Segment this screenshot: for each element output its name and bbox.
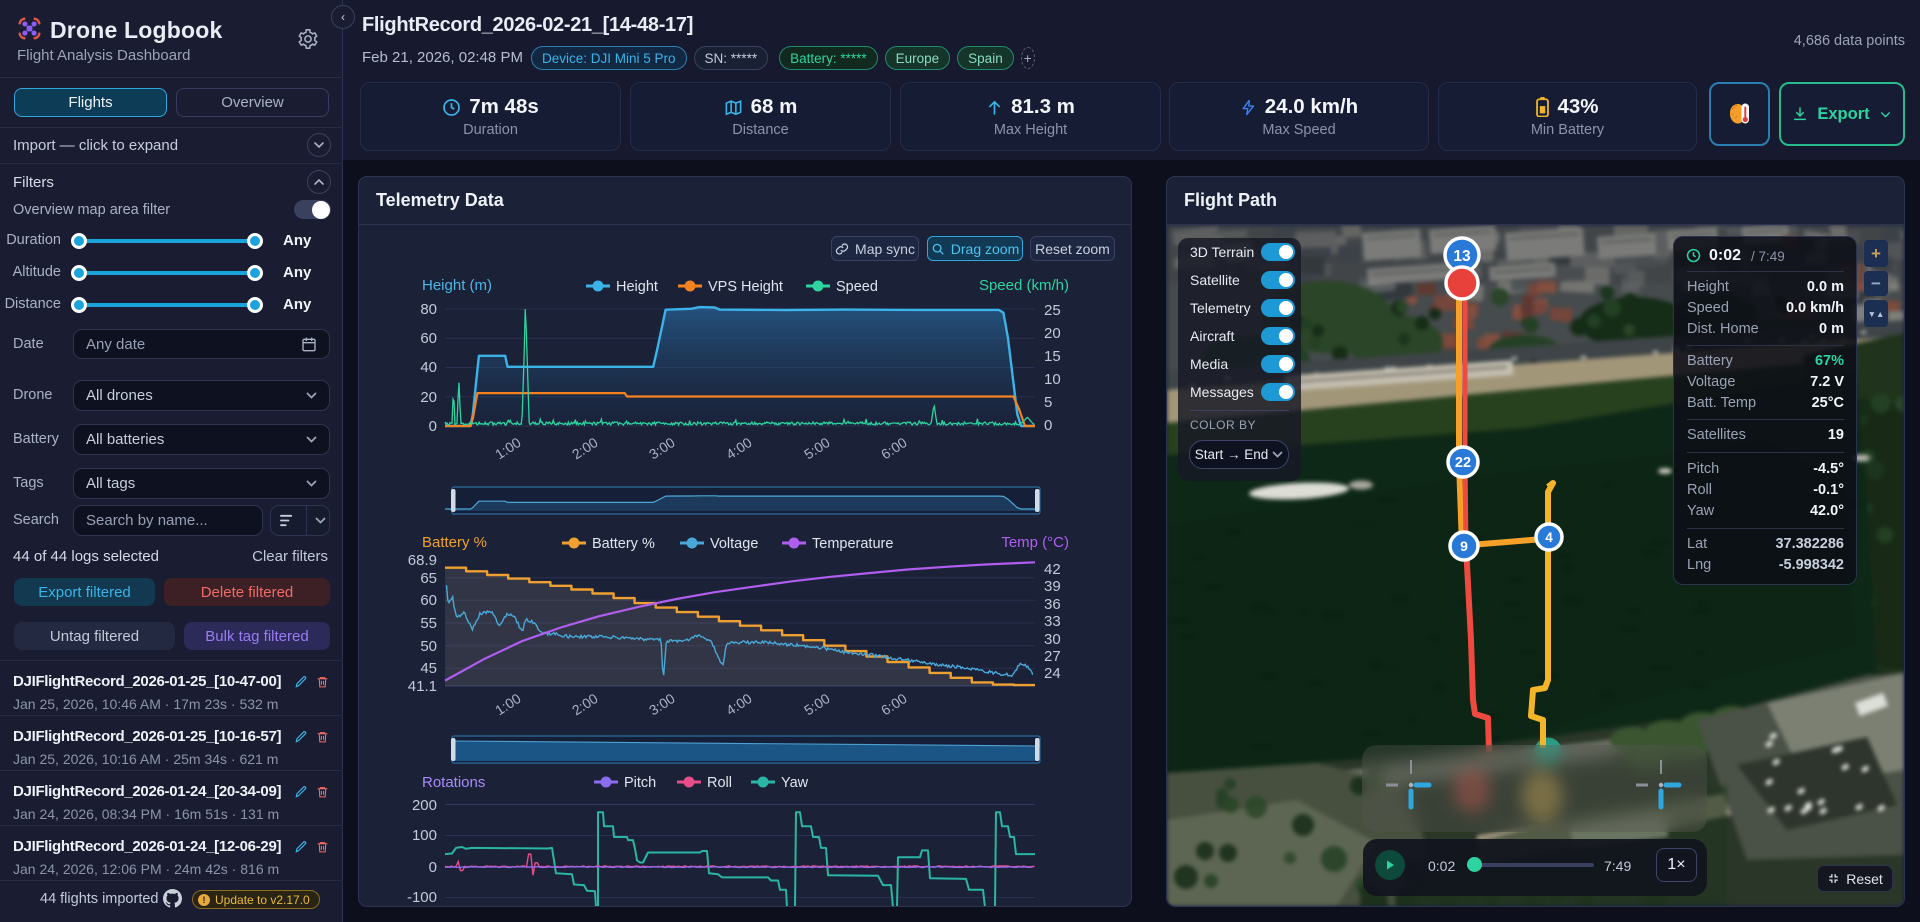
svg-text:4:00: 4:00 (723, 434, 755, 462)
svg-text:Pitch: Pitch (624, 775, 656, 791)
svg-text:Rotations: Rotations (422, 774, 485, 791)
svg-text:20: 20 (1044, 325, 1061, 342)
svg-text:9: 9 (1460, 538, 1468, 554)
svg-text:3:00: 3:00 (646, 434, 678, 462)
svg-text:65: 65 (420, 570, 437, 587)
svg-text:27: 27 (1044, 648, 1061, 665)
svg-text:1:00: 1:00 (492, 434, 524, 462)
svg-text:5: 5 (1044, 394, 1052, 411)
svg-text:Battery %: Battery % (422, 534, 487, 551)
svg-text:25: 25 (1044, 302, 1061, 319)
svg-text:45: 45 (420, 660, 437, 677)
svg-text:60: 60 (420, 592, 437, 609)
svg-text:VPS Height: VPS Height (708, 279, 783, 295)
svg-text:33: 33 (1044, 613, 1061, 630)
svg-text:0: 0 (1044, 417, 1052, 434)
svg-text:5:00: 5:00 (801, 434, 833, 462)
svg-text:3:00: 3:00 (646, 690, 678, 718)
svg-text:6:00: 6:00 (878, 690, 910, 718)
svg-text:-100: -100 (407, 889, 437, 906)
svg-text:41.1: 41.1 (408, 678, 437, 695)
svg-text:2:00: 2:00 (569, 434, 601, 462)
svg-text:100: 100 (412, 827, 437, 844)
svg-text:68.9: 68.9 (408, 552, 437, 569)
svg-text:0: 0 (429, 859, 437, 876)
svg-text:Voltage: Voltage (710, 536, 758, 552)
svg-text:40: 40 (420, 359, 437, 376)
svg-text:Roll: Roll (707, 775, 732, 791)
svg-text:Speed (km/h): Speed (km/h) (979, 277, 1069, 294)
svg-text:5:00: 5:00 (801, 690, 833, 718)
svg-text:Height: Height (616, 279, 658, 295)
svg-text:Speed: Speed (836, 279, 878, 295)
svg-text:42: 42 (1044, 561, 1061, 578)
svg-text:15: 15 (1044, 348, 1061, 365)
svg-text:200: 200 (412, 797, 437, 814)
svg-text:4:00: 4:00 (723, 690, 755, 718)
svg-text:6:00: 6:00 (878, 434, 910, 462)
svg-text:24: 24 (1044, 665, 1061, 682)
svg-text:Temp (°C): Temp (°C) (1001, 534, 1069, 551)
svg-text:80: 80 (420, 301, 437, 318)
svg-text:55: 55 (420, 615, 437, 632)
svg-text:Height (m): Height (m) (422, 277, 492, 294)
svg-text:36: 36 (1044, 596, 1061, 613)
svg-text:39: 39 (1044, 578, 1061, 595)
svg-text:10: 10 (1044, 371, 1061, 388)
svg-text:Battery %: Battery % (592, 536, 655, 552)
svg-text:4: 4 (1545, 530, 1553, 545)
svg-text:20: 20 (420, 389, 437, 406)
svg-text:60: 60 (420, 330, 437, 347)
svg-text:Yaw: Yaw (781, 775, 809, 791)
svg-text:1:00: 1:00 (492, 690, 524, 718)
svg-text:2:00: 2:00 (569, 690, 601, 718)
svg-text:22: 22 (1455, 455, 1471, 471)
svg-text:0: 0 (429, 418, 437, 435)
svg-text:Temperature: Temperature (812, 536, 893, 552)
svg-text:30: 30 (1044, 631, 1061, 648)
svg-text:50: 50 (420, 638, 437, 655)
svg-text:13: 13 (1453, 248, 1471, 265)
